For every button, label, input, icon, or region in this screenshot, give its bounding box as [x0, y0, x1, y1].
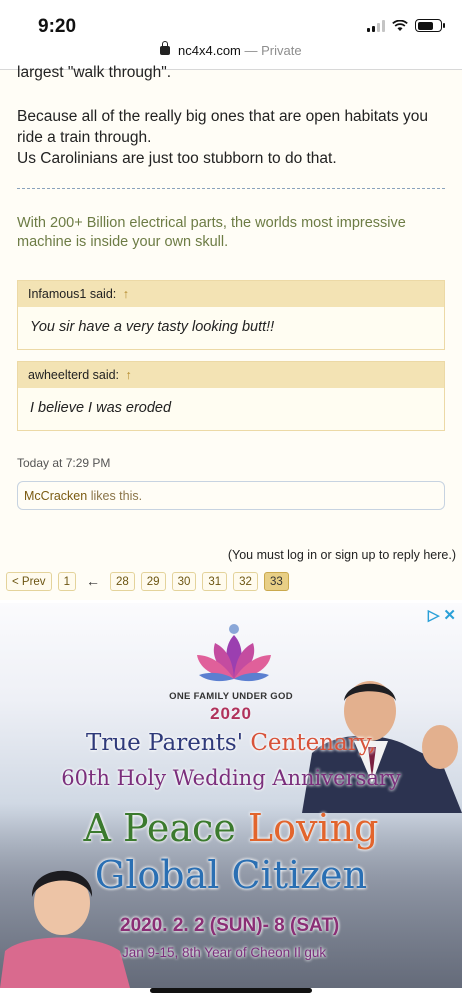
status-icons: [367, 19, 445, 32]
post-text-line: Because all of the really big ones that …: [17, 108, 429, 146]
ad-headline-1-text: True Parents': [86, 730, 251, 756]
current-page-button[interactable]: 33: [263, 571, 289, 591]
post-text-line: Us Carolinians are just too stubborn to …: [17, 150, 337, 167]
likes-user-link[interactable]: McCracken: [24, 489, 87, 503]
ad-headline-3-text: A Peace: [83, 806, 248, 850]
private-label: — Private: [244, 43, 302, 58]
quote-author: awheelterd said:: [28, 368, 120, 382]
quote-text: I believe I was eroded: [30, 400, 172, 416]
url-bar[interactable]: nc4x4.com — Private: [0, 41, 462, 65]
ad-date-range: 2020. 2. 2 (SUN)- 8 (SAT): [120, 915, 340, 936]
advertisement-banner[interactable]: ▷ ✕ ONE FAMILY UNDER GOD 2020 True Paren…: [0, 603, 462, 988]
prev-page-button[interactable]: < Prev: [6, 571, 52, 591]
post-date[interactable]: Today at 7:29 PM: [17, 456, 110, 470]
post-body: Because all of the really big ones that …: [17, 106, 447, 169]
signature: With 200+ Billion electrical parts, the …: [17, 215, 406, 250]
ad-choices-icon[interactable]: ▷: [428, 606, 440, 624]
quote-author: Infamous1 said:: [28, 287, 117, 301]
ad-headline-2: 60th Holy Wedding Anniversary: [61, 766, 401, 790]
quote-block: Infamous1 said: ↑ You sir have a very ta…: [17, 280, 445, 350]
page-button[interactable]: 28: [109, 571, 135, 591]
reply-login-note[interactable]: (You must log in or sign up to reply her…: [228, 548, 456, 562]
page-skip-arrow[interactable]: ←: [86, 573, 100, 589]
quote-header: Infamous1 said: ↑: [18, 281, 444, 307]
page-button-first[interactable]: 1: [57, 571, 76, 591]
likes-text: likes this.: [87, 489, 143, 503]
page-button[interactable]: 30: [171, 571, 197, 591]
ad-date-sub: Jan 9-15, 8th Year of Cheon Il guk: [122, 945, 327, 960]
signature-divider: [17, 188, 445, 189]
post-text-partial: largest "walk through".: [17, 64, 172, 81]
wifi-icon: [392, 19, 408, 31]
ad-choices[interactable]: ▷ ✕: [428, 606, 456, 624]
lock-icon: [160, 41, 171, 55]
lotus-logo: [197, 624, 271, 682]
page-button[interactable]: 29: [140, 571, 166, 591]
ad-headline-1: True Parents' Centenary,: [0, 730, 462, 756]
status-bar: 9:20: [0, 0, 462, 44]
ad-headline-4: Global Citizen: [94, 853, 368, 897]
signal-icon: [367, 19, 385, 32]
ad-headline-1-accent: Centenary,: [250, 730, 376, 756]
home-indicator[interactable]: [150, 988, 312, 993]
pagination: < Prev 1 ← 28 29 30 31 32 33: [6, 571, 289, 591]
page-button[interactable]: 32: [233, 571, 258, 591]
quote-block: awheelterd said: ↑ I believe I was erode…: [17, 361, 445, 431]
url-domain: nc4x4.com: [178, 43, 241, 58]
likes-bar: McCracken likes this.: [17, 481, 445, 510]
quote-header: awheelterd said: ↑: [18, 362, 444, 388]
thread-content: largest "walk through". Because all of t…: [0, 64, 462, 600]
ad-headline-3-accent: Loving: [247, 806, 379, 850]
quote-text: You sir have a very tasty looking butt!!: [30, 319, 275, 335]
close-icon[interactable]: ✕: [443, 606, 456, 624]
clock: 9:20: [38, 16, 77, 37]
quote-jump-link[interactable]: ↑: [123, 287, 129, 301]
page-button[interactable]: 31: [202, 571, 228, 591]
battery-icon: [415, 19, 445, 32]
ad-headline-3: A Peace Loving: [0, 806, 462, 850]
quote-jump-link[interactable]: ↑: [126, 368, 132, 382]
